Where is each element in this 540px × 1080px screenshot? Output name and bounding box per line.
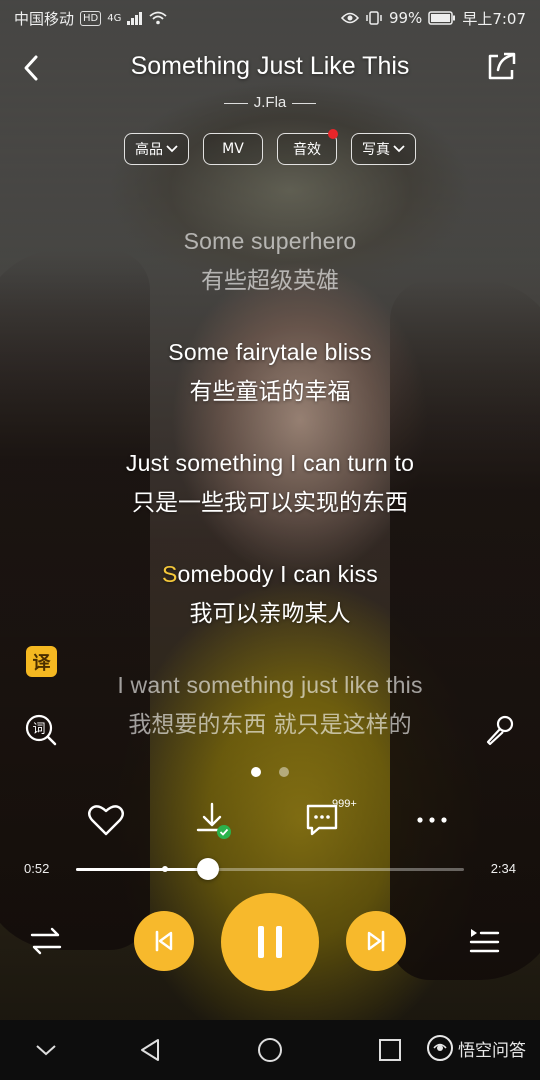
watermark: 悟空问答 bbox=[427, 1035, 526, 1061]
carrier-name: 中国移动 bbox=[14, 9, 75, 28]
lyric-line: Some fairytale bliss 有些童话的幸福 bbox=[168, 339, 372, 405]
lyric-line-current: Somebody I can kiss 我可以亲吻某人 bbox=[161, 561, 379, 627]
artist-name[interactable]: J.Fla bbox=[0, 94, 540, 111]
lyrics-search-icon: 词 bbox=[25, 714, 57, 746]
notification-dot bbox=[328, 129, 338, 139]
network-type: 4G bbox=[107, 12, 122, 24]
more-icon bbox=[417, 817, 447, 823]
battery-icon bbox=[428, 11, 456, 25]
lyric-progress-highlight: S bbox=[161, 561, 178, 587]
more-button[interactable] bbox=[410, 798, 454, 842]
buffer-marker bbox=[162, 866, 169, 872]
pause-button[interactable] bbox=[221, 893, 319, 991]
chevron-down-icon bbox=[393, 143, 405, 156]
seek-track[interactable] bbox=[76, 858, 464, 880]
page-dot-active bbox=[251, 767, 261, 777]
karaoke-button[interactable] bbox=[482, 713, 516, 747]
microphone-icon bbox=[486, 715, 514, 746]
eye-icon bbox=[340, 12, 359, 24]
seek-fill bbox=[76, 868, 208, 871]
vibrate-icon bbox=[365, 11, 383, 25]
skip-previous-icon bbox=[155, 930, 173, 952]
playlist-icon bbox=[469, 929, 500, 953]
progress-bar: 0:52 2:34 bbox=[0, 858, 540, 882]
svg-text:词: 词 bbox=[32, 722, 45, 737]
comment-count: 999+ bbox=[332, 798, 357, 810]
photo-dropdown[interactable]: 写真 bbox=[351, 133, 416, 165]
skip-next-icon bbox=[367, 930, 385, 952]
previous-button[interactable] bbox=[134, 911, 194, 971]
translate-button[interactable]: 译 bbox=[26, 646, 57, 677]
page-indicator bbox=[0, 767, 540, 777]
lyrics-word-button[interactable]: 词 bbox=[24, 713, 58, 747]
status-bar: 中国移动 HD 4G 99% 早上7:07 bbox=[0, 0, 540, 36]
music-player-screen: 中国移动 HD 4G 99% 早上7:07 Something Just Lik… bbox=[0, 0, 540, 1080]
download-icon bbox=[196, 802, 231, 839]
total-time: 2:34 bbox=[490, 861, 516, 876]
nav-back-button[interactable] bbox=[134, 1034, 166, 1066]
signal-icon bbox=[127, 11, 143, 25]
heart-icon bbox=[88, 805, 124, 836]
share-icon bbox=[488, 52, 516, 80]
clock: 早上7:07 bbox=[462, 9, 526, 28]
mv-button[interactable]: MV bbox=[203, 133, 263, 165]
lyric-line: I want something just like this 我想要的东西 就… bbox=[117, 672, 423, 738]
action-row: 999+ bbox=[0, 798, 540, 848]
like-button[interactable] bbox=[84, 798, 128, 842]
sound-effects-button[interactable]: 音效 bbox=[277, 129, 338, 165]
playback-options: 高品 MV 音效 写真 bbox=[0, 129, 540, 165]
chevron-down-icon bbox=[166, 143, 178, 156]
wifi-icon bbox=[149, 11, 167, 25]
player-header: Something Just Like This bbox=[0, 44, 540, 92]
playlist-button[interactable] bbox=[466, 923, 502, 959]
chevron-down-icon bbox=[36, 1045, 56, 1056]
play-mode-button[interactable] bbox=[28, 923, 64, 959]
quality-dropdown[interactable]: 高品 bbox=[124, 133, 189, 165]
pause-icon bbox=[258, 926, 282, 958]
page-dot bbox=[279, 767, 289, 777]
song-title: Something Just Like This bbox=[130, 52, 410, 80]
current-time: 0:52 bbox=[24, 861, 50, 876]
lyric-line: Some superhero 有些超级英雄 bbox=[183, 228, 357, 294]
share-button[interactable] bbox=[484, 50, 518, 84]
triangle-back-icon bbox=[141, 1039, 159, 1061]
hd-badge: HD bbox=[80, 10, 102, 26]
system-nav-bar: 悟空问答 bbox=[0, 1020, 540, 1080]
playback-controls bbox=[0, 893, 540, 993]
lyric-line: Just something I can turn to 只是一些我可以实现的东… bbox=[125, 450, 415, 516]
seek-thumb[interactable] bbox=[196, 858, 219, 880]
next-button[interactable] bbox=[346, 911, 406, 971]
chevron-left-icon bbox=[24, 55, 38, 81]
shuffle-order-icon bbox=[30, 927, 62, 955]
square-recents-icon bbox=[379, 1039, 401, 1061]
battery-percent: 99% bbox=[388, 9, 423, 27]
wukong-logo-icon bbox=[427, 1035, 453, 1061]
hide-nav-button[interactable] bbox=[30, 1034, 62, 1066]
nav-recents-button[interactable] bbox=[374, 1034, 406, 1066]
back-button[interactable] bbox=[18, 50, 48, 86]
home-circle-icon bbox=[258, 1038, 282, 1062]
download-button[interactable] bbox=[190, 798, 234, 842]
nav-home-button[interactable] bbox=[254, 1034, 286, 1066]
